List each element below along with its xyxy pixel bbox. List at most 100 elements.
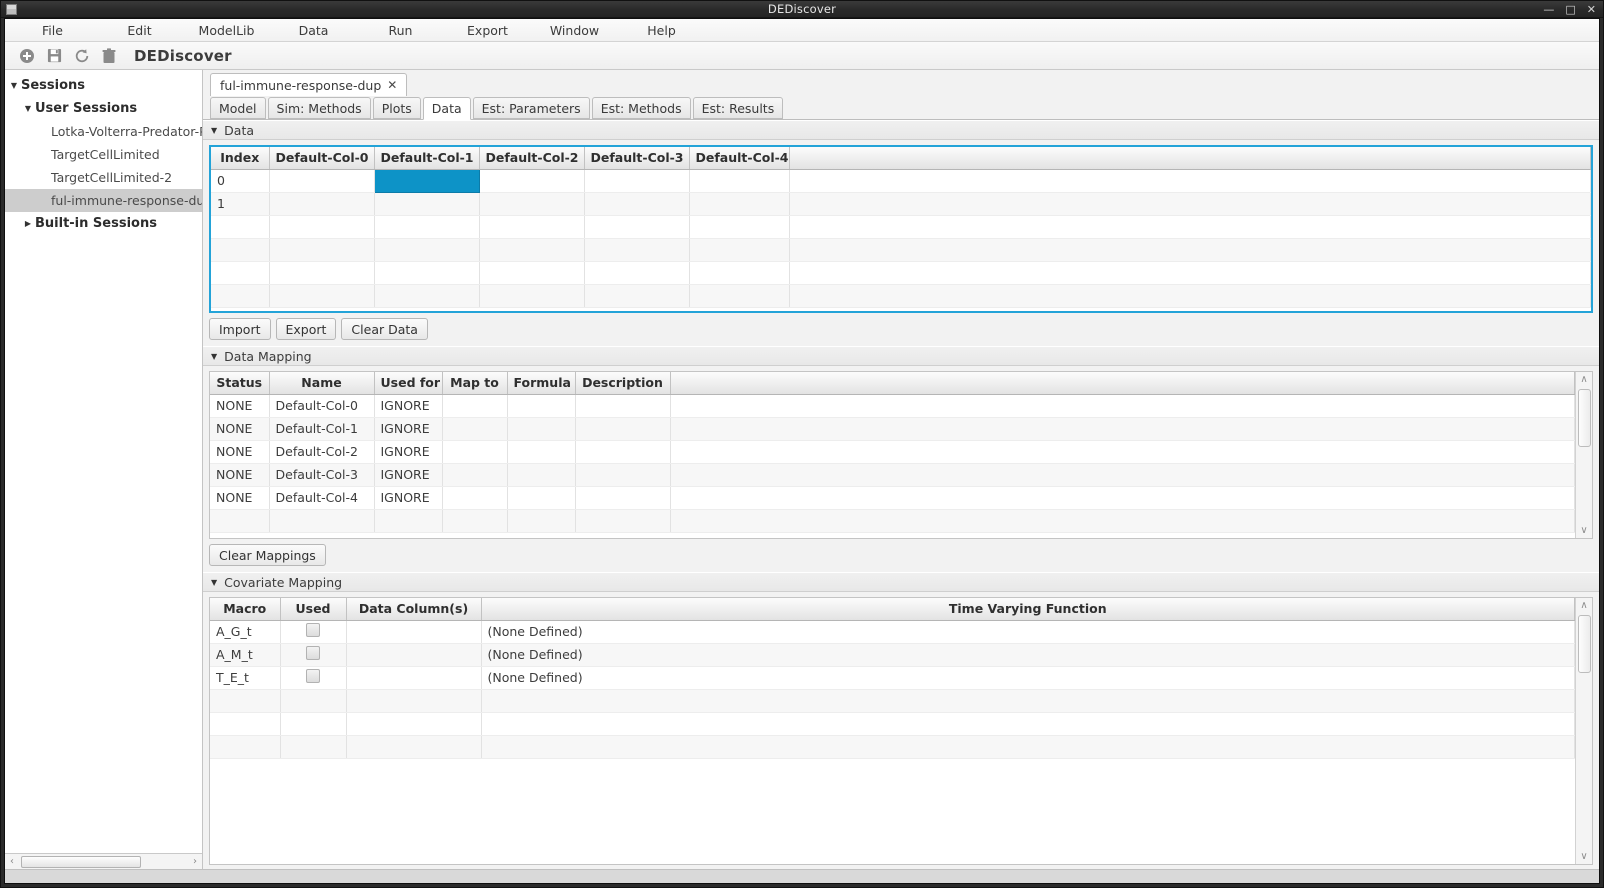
cell-status[interactable] — [210, 509, 270, 533]
scroll-thumb[interactable] — [1577, 389, 1591, 447]
cell-time-varying-function[interactable] — [481, 735, 1575, 759]
cell-default-col-0[interactable] — [269, 169, 375, 193]
table-row[interactable] — [210, 509, 1575, 533]
table-row[interactable]: A_G_t (None Defined) — [210, 620, 1575, 644]
cell-used-for[interactable]: IGNORE — [374, 417, 443, 441]
cell-macro[interactable] — [210, 689, 281, 713]
tree-item-lotka-volterra-predator-prey[interactable]: Lotka-Volterra-Predator-Prey — [5, 120, 202, 143]
save-icon[interactable] — [47, 48, 62, 63]
section-header-data[interactable]: ▼ Data — [203, 120, 1599, 140]
cell-description[interactable] — [575, 509, 671, 533]
cell-default-col-0[interactable] — [269, 215, 375, 239]
cell-formula[interactable] — [507, 486, 576, 510]
column-header-default-col-4[interactable]: Default-Col-4 — [689, 147, 790, 170]
scroll-thumb[interactable] — [21, 855, 141, 868]
tab-model[interactable]: Model — [210, 97, 266, 119]
cell-used-for[interactable]: IGNORE — [374, 440, 443, 464]
scroll-right-icon[interactable]: › — [188, 856, 202, 867]
table-row[interactable]: NONE Default-Col-2 IGNORE — [210, 440, 1575, 464]
cell-default-col-2[interactable] — [479, 169, 585, 193]
maximize-button[interactable]: □ — [1565, 4, 1575, 15]
menu-item-window[interactable]: Window — [531, 20, 618, 41]
cell-default-col-4[interactable] — [689, 192, 790, 216]
cell-description[interactable] — [575, 394, 671, 418]
cell-description[interactable] — [575, 486, 671, 510]
cell-default-col-4[interactable] — [689, 215, 790, 239]
chevron-down-icon[interactable]: ▼ — [7, 81, 21, 90]
tab-data[interactable]: Data — [422, 97, 471, 120]
export-button[interactable]: Export — [275, 318, 337, 340]
table-row[interactable] — [210, 712, 1575, 736]
cell-name[interactable]: Default-Col-2 — [269, 440, 375, 464]
scroll-down-icon[interactable]: ∨ — [1576, 849, 1593, 864]
column-header-time-varying-function[interactable]: Time Varying Function — [481, 598, 1575, 621]
menu-item-data[interactable]: Data — [270, 20, 357, 41]
tab-est-results[interactable]: Est: Results — [692, 97, 784, 119]
cell-default-col-1[interactable] — [374, 215, 480, 239]
column-header-default-col-2[interactable]: Default-Col-2 — [479, 147, 585, 170]
cell-default-col-2[interactable] — [479, 261, 585, 285]
cell-map-to[interactable] — [442, 417, 508, 441]
table-row[interactable]: NONE Default-Col-0 IGNORE — [210, 394, 1575, 418]
tab-est-parameters[interactable]: Est: Parameters — [472, 97, 590, 119]
cell-default-col-2[interactable] — [479, 192, 585, 216]
cell-data-columns[interactable] — [346, 735, 482, 759]
tab-sim-methods[interactable]: Sim: Methods — [267, 97, 371, 119]
cell-default-col-2[interactable] — [479, 284, 585, 308]
table-row[interactable] — [210, 735, 1575, 759]
cell-index[interactable] — [211, 261, 270, 285]
cell-name[interactable]: Default-Col-1 — [269, 417, 375, 441]
column-header-macro[interactable]: Macro — [210, 598, 281, 621]
cell-status[interactable]: NONE — [210, 486, 270, 510]
cell-status[interactable]: NONE — [210, 417, 270, 441]
covariate-mapping-table[interactable]: Macro Used Data Column(s) Time Varying F… — [210, 598, 1575, 759]
cell-map-to[interactable] — [442, 440, 508, 464]
chevron-down-icon[interactable]: ▼ — [211, 578, 217, 587]
used-checkbox[interactable] — [306, 669, 320, 683]
cell-default-col-4[interactable] — [689, 261, 790, 285]
scroll-trough[interactable] — [19, 854, 188, 870]
menu-item-file[interactable]: File — [9, 20, 96, 41]
table-row[interactable]: 0 — [211, 168, 1591, 193]
column-header-index[interactable]: Index — [211, 147, 270, 170]
cell-default-col-4[interactable] — [689, 238, 790, 262]
cell-data-columns[interactable] — [346, 666, 482, 690]
cell-default-col-1[interactable] — [374, 238, 480, 262]
tree-item-targetcelllimited[interactable]: TargetCellLimited — [5, 143, 202, 166]
cell-default-col-1[interactable] — [374, 261, 480, 285]
cell-index[interactable] — [211, 284, 270, 308]
data-mapping-table-container[interactable]: Status Name Used for Map to Formula Desc… — [209, 371, 1593, 539]
column-header-used-for[interactable]: Used for — [374, 372, 443, 395]
cell-time-varying-function[interactable]: (None Defined) — [481, 620, 1575, 644]
tab-plots[interactable]: Plots — [372, 97, 421, 119]
chevron-down-icon[interactable]: ▼ — [211, 126, 217, 135]
cell-default-col-2[interactable] — [479, 215, 585, 239]
tree-item-sessions[interactable]: ▼ Sessions — [5, 74, 202, 97]
column-header-map-to[interactable]: Map to — [442, 372, 508, 395]
chevron-right-icon[interactable]: ▶ — [21, 219, 35, 228]
cell-map-to[interactable] — [442, 463, 508, 487]
cell-default-col-0[interactable] — [269, 192, 375, 216]
cell-name[interactable]: Default-Col-3 — [269, 463, 375, 487]
cell-default-col-3[interactable] — [584, 261, 690, 285]
table-row[interactable] — [211, 284, 1591, 308]
cell-used-for[interactable]: IGNORE — [374, 463, 443, 487]
table-row[interactable]: T_E_t (None Defined) — [210, 666, 1575, 690]
cell-macro[interactable] — [210, 735, 281, 759]
cell-map-to[interactable] — [442, 486, 508, 510]
cell-used-for[interactable]: IGNORE — [374, 394, 443, 418]
data-mapping-vertical-scrollbar[interactable]: ∧ ∨ — [1575, 372, 1592, 538]
cell-used[interactable] — [280, 620, 347, 644]
cell-used[interactable] — [280, 689, 347, 713]
add-icon[interactable] — [19, 48, 35, 64]
cell-name[interactable]: Default-Col-0 — [269, 394, 375, 418]
close-button[interactable]: ✕ — [1587, 4, 1596, 15]
menu-item-export[interactable]: Export — [444, 20, 531, 41]
tree-item-built-in-sessions[interactable]: ▶ Built-in Sessions — [5, 212, 202, 235]
table-row[interactable]: 1 — [211, 192, 1591, 216]
scroll-up-icon[interactable]: ∧ — [1576, 372, 1593, 387]
scroll-trough[interactable] — [1576, 387, 1593, 523]
column-header-name[interactable]: Name — [269, 372, 375, 395]
cell-default-col-0[interactable] — [269, 238, 375, 262]
used-checkbox[interactable] — [306, 646, 320, 660]
